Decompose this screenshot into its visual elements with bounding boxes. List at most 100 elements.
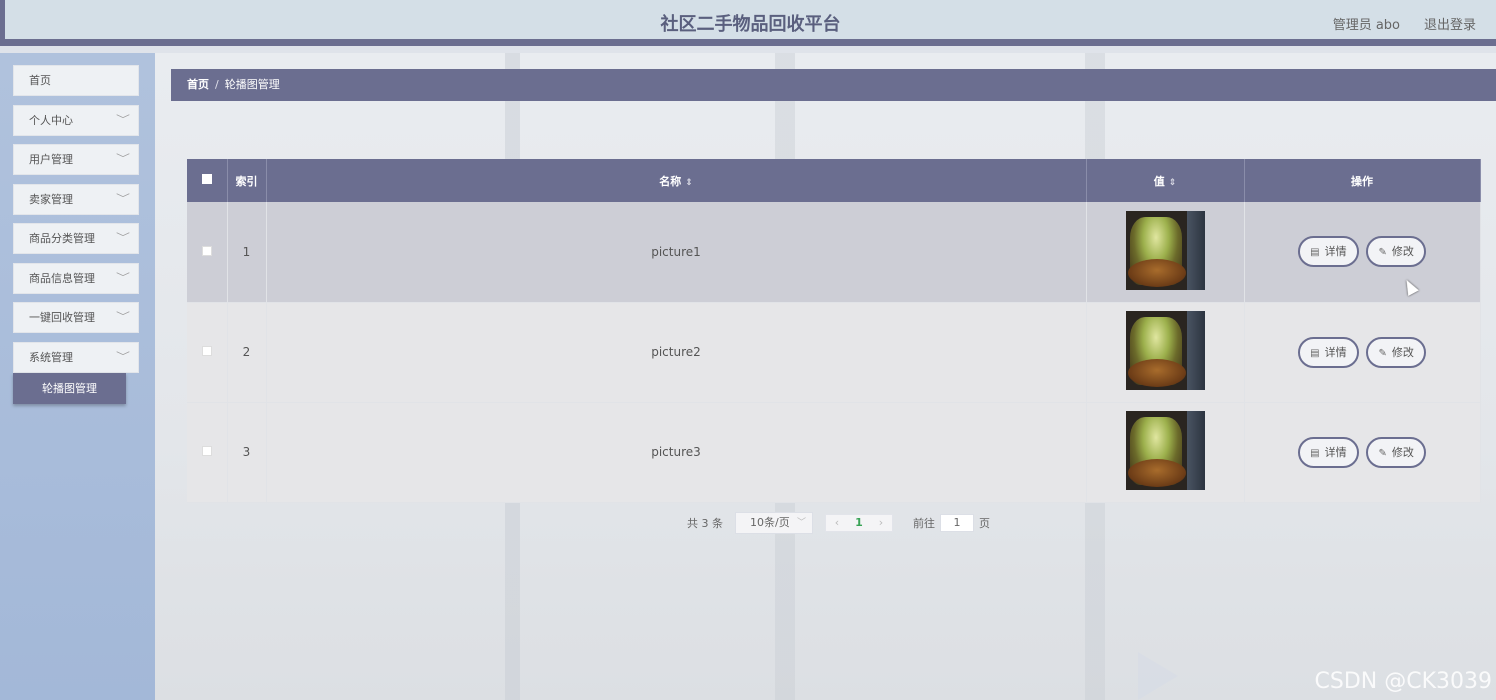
page-unit-label: 页 [979,517,990,530]
edit-button-label: 修改 [1391,245,1414,259]
row-checkbox[interactable] [201,446,212,456]
sidebar-item-label: 一键回收管理 [29,311,95,324]
table-row: 3 picture3 ▤ 详情 ✎ 修改 [187,402,1481,503]
row-select-cell [187,402,228,503]
pagination: 共 3 条 10条/页 ﹀ ‹ 1 › 前往 1 页 [687,512,990,534]
sidebar-item-recycle-management[interactable]: 一键回收管理 ﹀ [13,302,139,333]
table-row: 1 picture1 ▤ 详情 ✎ 修改 [187,202,1481,303]
page-size-select[interactable]: 10条/页 ﹀ [735,512,813,534]
breadcrumb-home[interactable]: 首页 [187,78,209,91]
goto-page-input[interactable]: 1 [940,514,974,532]
row-name: picture3 [266,402,1087,503]
table-row: 2 picture2 ▤ 详情 ✎ 修改 [187,302,1481,403]
breadcrumb: 首页 / 轮播图管理 [171,69,1496,101]
chevron-down-icon: ﹀ [116,154,130,165]
column-header-value-label: 值 [1153,174,1165,188]
row-name: picture2 [266,302,1087,403]
detail-button-label: 详情 [1324,445,1347,459]
prev-page-button[interactable]: ‹ [826,515,848,531]
row-select-cell [187,202,228,303]
chevron-down-icon: ﹀ [116,312,130,323]
sidebar-item-category-management[interactable]: 商品分类管理 ﹀ [13,223,139,254]
pagination-total: 共 3 条 [687,517,723,530]
sidebar-item-personal-center[interactable]: 个人中心 ﹀ [13,105,139,136]
row-index: 3 [227,402,267,503]
sort-icon[interactable]: ⇕ [685,178,693,188]
pencil-icon: ✎ [1378,347,1387,359]
chevron-down-icon: ﹀ [796,518,806,528]
select-all-checkbox[interactable] [201,174,212,184]
row-select-cell [187,302,228,403]
row-value-cell [1086,202,1245,303]
row-value-cell [1086,402,1245,503]
sidebar-item-product-management[interactable]: 商品信息管理 ﹀ [13,263,139,294]
sidebar-item-label: 卖家管理 [29,193,73,206]
detail-button-label: 详情 [1324,345,1347,359]
sidebar-item-label: 系统管理 [29,351,73,364]
column-header-name-label: 名称 [659,174,682,188]
carousel-thumbnail[interactable] [1125,210,1205,290]
edit-button[interactable]: ✎ 修改 [1366,436,1426,468]
column-header-name[interactable]: 名称 ⇕ [266,159,1087,202]
carousel-thumbnail[interactable] [1125,311,1205,390]
next-page-button[interactable]: › [870,515,892,531]
sidebar-item-home[interactable]: 首页 [13,65,139,96]
app-title: 社区二手物品回收平台 [660,14,841,35]
breadcrumb-separator: / [215,78,219,91]
sidebar-item-system-management[interactable]: 系统管理 ﹀ [13,342,139,373]
watermark: CSDN @CK3039 [1314,669,1493,694]
edit-button-label: 修改 [1391,445,1414,459]
sidebar-item-label: 商品分类管理 [29,232,95,245]
select-all-cell [187,159,228,202]
chevron-down-icon: ﹀ [116,352,130,363]
column-header-actions: 操作 [1244,159,1481,202]
sidebar-item-label: 首页 [29,74,51,87]
page-number-current[interactable]: 1 [848,515,870,531]
row-actions: ▤ 详情 ✎ 修改 [1244,402,1481,503]
breadcrumb-current: 轮播图管理 [224,78,280,91]
sidebar-item-label: 个人中心 [29,114,73,127]
chevron-down-icon: ﹀ [116,115,130,126]
row-actions: ▤ 详情 ✎ 修改 [1244,302,1481,403]
watermark-logo-icon [1138,652,1178,700]
edit-button-label: 修改 [1391,345,1414,359]
row-index: 1 [227,202,267,303]
document-icon: ▤ [1310,247,1320,259]
top-header: 社区二手物品回收平台 管理员 abo 退出登录 [0,0,1496,46]
column-header-index: 索引 [227,159,267,202]
sidebar-subitem-carousel[interactable]: 轮播图管理 [13,373,126,404]
table-header-row: 索引 名称 ⇕ 值 ⇕ 操作 [187,159,1481,202]
edit-button[interactable]: ✎ 修改 [1366,236,1426,268]
row-index: 2 [227,302,267,403]
sidebar-item-seller-management[interactable]: 卖家管理 ﹀ [13,184,139,215]
sidebar-item-label: 用户管理 [29,153,73,166]
detail-button[interactable]: ▤ 详情 [1298,436,1359,468]
detail-button-label: 详情 [1324,245,1347,259]
admin-user-label: 管理员 abo [1332,18,1400,33]
row-checkbox[interactable] [201,346,212,356]
page-size-value: 10条/页 [750,516,790,529]
edit-button[interactable]: ✎ 修改 [1366,336,1426,368]
row-actions: ▤ 详情 ✎ 修改 [1244,202,1481,303]
row-checkbox[interactable] [201,245,212,256]
chevron-down-icon: ﹀ [116,233,130,244]
row-value-cell [1086,302,1245,403]
chevron-down-icon: ﹀ [116,273,130,284]
pencil-icon: ✎ [1378,447,1387,459]
carousel-thumbnail[interactable] [1125,411,1205,490]
chevron-down-icon: ﹀ [116,194,130,205]
page-nav: ‹ 1 › [825,514,893,532]
row-name: picture1 [266,202,1087,303]
document-icon: ▤ [1310,447,1320,459]
pencil-icon: ✎ [1378,247,1387,259]
sidebar-item-user-management[interactable]: 用户管理 ﹀ [13,144,139,175]
column-header-value[interactable]: 值 ⇕ [1086,159,1245,202]
sidebar-item-label: 商品信息管理 [29,272,95,285]
detail-button[interactable]: ▤ 详情 [1298,236,1359,268]
goto-label: 前往 [913,517,935,530]
logout-link[interactable]: 退出登录 [1424,14,1476,33]
detail-button[interactable]: ▤ 详情 [1298,336,1359,368]
sort-icon[interactable]: ⇕ [1169,178,1177,188]
carousel-table: 索引 名称 ⇕ 值 ⇕ 操作 1 picture1 ▤ 详情 ✎ 修改 2 pictur… [187,159,1481,503]
document-icon: ▤ [1310,347,1320,359]
